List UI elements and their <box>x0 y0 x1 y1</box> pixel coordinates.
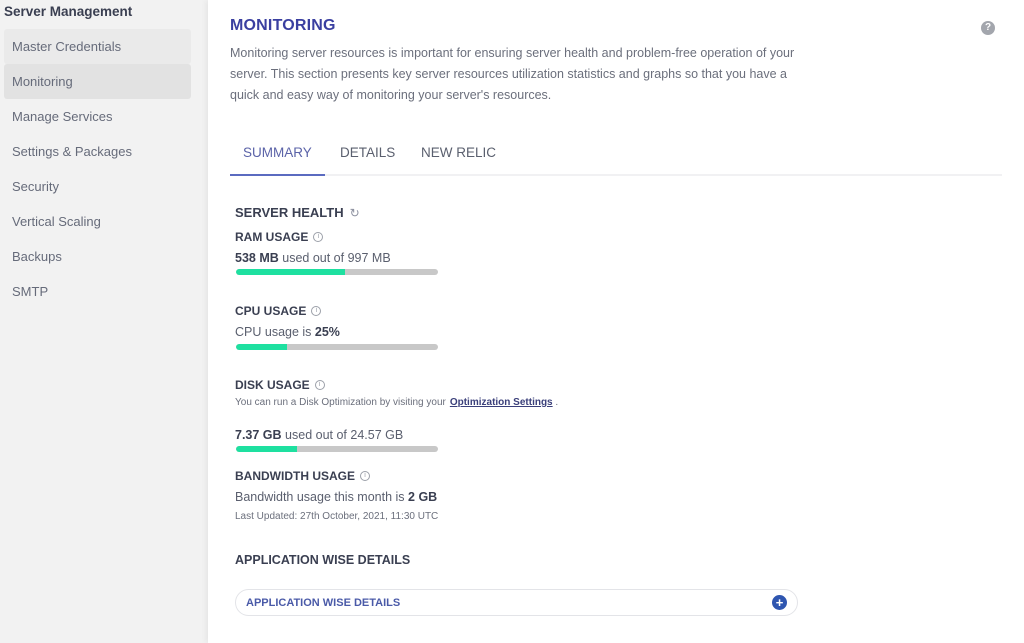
info-icon[interactable]: i <box>360 471 370 481</box>
disk-hint-end: . <box>552 397 559 408</box>
help-icon[interactable]: ? <box>981 21 995 35</box>
bandwidth-usage-value: Bandwidth usage this month is 2 GB <box>235 490 437 504</box>
sidebar-item-manage-services[interactable]: Manage Services <box>4 99 191 134</box>
sidebar-item-monitoring[interactable]: Monitoring <box>4 64 191 99</box>
disk-used: 7.37 GB <box>235 428 282 442</box>
disk-optimization-hint: You can run a Disk Optimization by visit… <box>235 397 558 408</box>
main-card: MONITORING ? Monitoring server resources… <box>208 0 1024 643</box>
last-updated: Last Updated: 27th October, 2021, 11:30 … <box>235 511 439 522</box>
sidebar-item-smtp[interactable]: SMTP <box>4 274 191 309</box>
disk-total-text: used out of 24.57 GB <box>281 428 404 442</box>
sidebar: Server Management Master Credentials Mon… <box>0 0 200 643</box>
cpu-text: CPU usage is <box>235 325 315 339</box>
ram-total-text: used out of 997 MB <box>278 251 391 265</box>
page-title: MONITORING <box>230 17 336 34</box>
bandwidth-usage-label: BANDWIDTH USAGE <box>235 469 355 483</box>
tab-bar: SUMMARY DETAILS NEW RELIC <box>230 140 1002 176</box>
server-health-heading: SERVER HEALTH ↻ <box>235 205 360 220</box>
tab-new-relic[interactable]: NEW RELIC <box>421 145 496 176</box>
ram-progress-fill <box>236 269 346 275</box>
sidebar-item-master-credentials[interactable]: Master Credentials <box>4 29 191 64</box>
page-description: Monitoring server resources is important… <box>230 46 795 102</box>
tab-details[interactable]: DETAILS <box>340 145 395 176</box>
cpu-progress-bar <box>236 344 438 350</box>
ram-usage-value: 538 MB used out of 997 MB <box>235 251 391 265</box>
cpu-progress-fill <box>236 344 287 350</box>
info-icon[interactable]: i <box>311 306 322 316</box>
accordion-label: APPLICATION WISE DETAILS <box>246 597 401 609</box>
cpu-usage-value: CPU usage is 25% <box>235 325 340 339</box>
sidebar-item-vertical-scaling[interactable]: Vertical Scaling <box>4 204 191 239</box>
bandwidth-amount: 2 GB <box>408 490 438 504</box>
disk-usage-label: DISK USAGE <box>235 378 310 392</box>
app-details-heading: APPLICATION WISE DETAILS <box>235 553 411 567</box>
sidebar-item-settings-packages[interactable]: Settings & Packages <box>4 134 191 169</box>
cpu-usage-heading: CPU USAGE i <box>235 304 322 318</box>
sidebar-title: Server Management <box>4 4 133 19</box>
ram-usage-label: RAM USAGE <box>235 230 309 244</box>
sidebar-item-backups[interactable]: Backups <box>4 239 191 274</box>
info-icon[interactable]: i <box>314 380 325 390</box>
cpu-percent: 25% <box>314 325 340 339</box>
disk-usage-heading: DISK USAGE i <box>235 378 325 392</box>
bandwidth-usage-heading: BANDWIDTH USAGE i <box>235 469 370 483</box>
disk-hint-text: You can run a Disk Optimization by visit… <box>235 397 446 408</box>
server-health-title: SERVER HEALTH <box>235 205 344 220</box>
cpu-usage-label: CPU USAGE <box>235 304 307 318</box>
tab-summary[interactable]: SUMMARY <box>230 145 325 176</box>
refresh-icon[interactable]: ↻ <box>350 206 360 220</box>
disk-progress-fill <box>236 446 297 452</box>
plus-icon[interactable]: + <box>772 595 787 610</box>
ram-used: 538 MB <box>235 251 279 265</box>
disk-usage-value: 7.37 GB used out of 24.57 GB <box>235 428 403 442</box>
ram-usage-heading: RAM USAGE i <box>235 230 324 244</box>
disk-progress-bar <box>236 446 438 452</box>
info-icon[interactable]: i <box>313 232 324 242</box>
sidebar-item-security[interactable]: Security <box>4 169 191 204</box>
app-details-accordion[interactable]: APPLICATION WISE DETAILS + <box>235 589 798 616</box>
optimization-settings-link[interactable]: Optimization Settings <box>450 397 553 408</box>
bandwidth-text: Bandwidth usage this month is <box>235 490 409 504</box>
ram-progress-bar <box>236 269 438 275</box>
